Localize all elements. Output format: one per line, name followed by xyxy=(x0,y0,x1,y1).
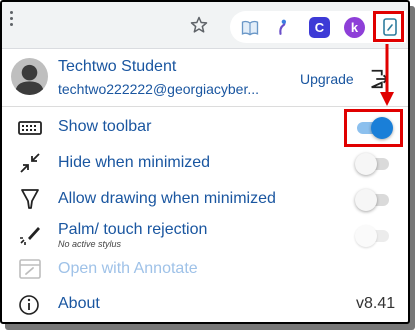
no-active-stylus-note: No active stylus xyxy=(58,239,122,249)
allow-drawing-toggle[interactable] xyxy=(355,189,391,211)
divider xyxy=(2,106,408,107)
minimize-arrows-icon xyxy=(20,153,40,173)
show-toolbar-toggle[interactable] xyxy=(355,117,393,139)
info-icon[interactable] xyxy=(18,294,42,316)
extension-k-icon[interactable]: k xyxy=(344,17,365,38)
show-toolbar-label: Show toolbar xyxy=(58,118,152,135)
extension-popup-screenshot: C k Techtwo Student techtwo222222@georgi… xyxy=(0,0,410,324)
browser-toolbar: C k xyxy=(2,2,408,49)
palm-rejection-toggle xyxy=(355,225,391,247)
extension-c-icon[interactable]: C xyxy=(309,17,330,38)
more-menu-icon[interactable] xyxy=(10,11,13,29)
annotate-extension-icon[interactable] xyxy=(383,18,397,36)
extension-pin-icon[interactable] xyxy=(273,18,293,38)
funnel-icon xyxy=(21,189,39,209)
hide-when-minimized-toggle[interactable] xyxy=(355,153,391,175)
upgrade-link[interactable]: Upgrade xyxy=(300,71,354,87)
pen-sparkle-icon xyxy=(20,227,40,245)
hide-when-minimized-label: Hide when minimized xyxy=(58,154,211,171)
keyboard-icon xyxy=(18,121,42,135)
palm-rejection-label: Palm/ touch rejection xyxy=(58,221,208,238)
extension-book-icon[interactable] xyxy=(240,18,260,38)
annotate-window-icon xyxy=(19,259,41,279)
user-name: Techtwo Student xyxy=(58,58,177,75)
allow-drawing-label: Allow drawing when minimized xyxy=(58,190,276,207)
open-with-annotate-label: Open with Annotate xyxy=(58,260,198,277)
about-link[interactable]: About xyxy=(58,295,100,313)
bookmark-star-icon[interactable] xyxy=(189,15,209,35)
user-email: techtwo222222@georgiacyber... xyxy=(58,81,260,97)
annotate-extension-highlight xyxy=(373,11,404,42)
avatar xyxy=(11,58,48,95)
version-label: v8.41 xyxy=(356,295,396,312)
annotation-arrow-icon xyxy=(380,44,394,106)
